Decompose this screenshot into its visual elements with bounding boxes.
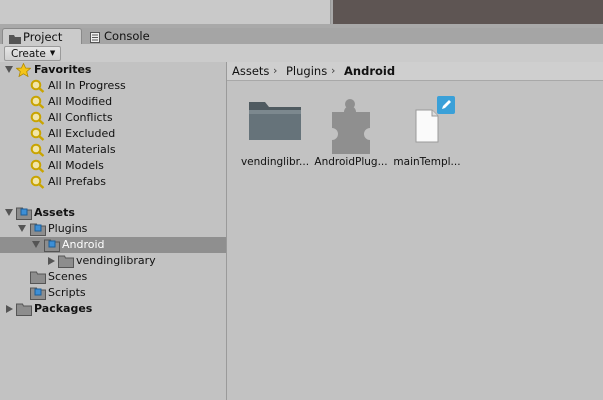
tree-item-all-materials[interactable]: All Materials — [0, 142, 226, 158]
favorite-label: All In Progress — [48, 79, 126, 92]
breadcrumb-assets[interactable]: Assets — [232, 64, 269, 78]
expand-arrow-icon[interactable] — [5, 66, 13, 73]
expand-arrow-icon[interactable] — [18, 225, 26, 232]
favorite-label: All Materials — [48, 143, 116, 156]
breadcrumb-android[interactable]: Android — [344, 64, 395, 78]
scripts-label: Scripts — [48, 286, 86, 299]
plugins-label: Plugins — [48, 222, 88, 235]
favorite-label: All Excluded — [48, 127, 116, 140]
chevron-right-icon: › — [273, 64, 278, 77]
project-toolbar: Create ▼ — [0, 44, 603, 63]
create-button-label: Create — [11, 48, 46, 60]
asset-name: vendinglibr... — [240, 156, 310, 168]
tree-item-scenes[interactable]: Scenes — [0, 269, 226, 285]
top-panel-strip — [0, 0, 603, 28]
tree-item-all-models[interactable]: All Models — [0, 158, 226, 174]
tree-item-plugins[interactable]: Plugins — [0, 221, 226, 237]
tree-item-all-excluded[interactable]: All Excluded — [0, 126, 226, 142]
tree-item-all-in-progress[interactable]: All In Progress — [0, 78, 226, 94]
tab-console[interactable]: Console — [84, 28, 170, 44]
puzzle-piece-icon — [328, 96, 374, 159]
tab-bar: Project Console — [0, 28, 603, 45]
tab-project[interactable]: Project — [2, 28, 82, 45]
collapse-arrow-icon[interactable] — [6, 305, 13, 313]
asset-browser: Assets › Plugins › Android vendinglibr..… — [227, 62, 603, 400]
tree-item-all-modified[interactable]: All Modified — [0, 94, 226, 110]
folder-icon — [246, 96, 304, 149]
breadcrumb-plugins[interactable]: Plugins — [286, 64, 327, 78]
tree-item-android[interactable]: Android — [0, 237, 226, 253]
tree-item-favorites[interactable]: Favorites — [0, 62, 226, 78]
packages-label: Packages — [34, 302, 93, 315]
android-label: Android — [62, 238, 105, 251]
vendinglibrary-label: vendinglibrary — [76, 254, 156, 267]
folder-icon — [16, 302, 32, 319]
project-tree: Favorites All In Progress All Modified A… — [0, 62, 227, 400]
tree-item-vendinglibrary[interactable]: vendinglibrary — [0, 253, 226, 269]
asset-name: mainTempl... — [393, 156, 461, 168]
asset-item-file[interactable]: mainTempl... — [386, 92, 468, 172]
tab-project-label: Project — [23, 30, 63, 44]
tree-item-all-conflicts[interactable]: All Conflicts — [0, 110, 226, 126]
asset-name: AndroidPlug... — [314, 156, 388, 168]
favorite-label: All Models — [48, 159, 104, 172]
scene-view — [333, 0, 603, 24]
tree-item-packages[interactable]: Packages — [0, 301, 226, 317]
assets-label: Assets — [34, 206, 75, 219]
text-file-icon — [397, 96, 457, 149]
asset-item-plugin[interactable]: AndroidPlug... — [310, 92, 392, 172]
dropdown-arrow-icon: ▼ — [49, 49, 56, 57]
scenes-label: Scenes — [48, 270, 88, 283]
favorite-label: All Modified — [48, 95, 113, 108]
expand-arrow-icon[interactable] — [32, 241, 40, 248]
expand-arrow-icon[interactable] — [5, 209, 13, 216]
favorites-label: Favorites — [34, 63, 92, 76]
tree-item-scripts[interactable]: Scripts — [0, 285, 226, 301]
tree-item-all-prefabs[interactable]: All Prefabs — [0, 174, 226, 190]
search-icon — [30, 175, 45, 192]
asset-item-folder[interactable]: vendinglibr... — [234, 92, 316, 172]
tab-console-label: Console — [104, 29, 150, 43]
upper-left-pane — [0, 0, 331, 24]
tree-item-assets[interactable]: Assets — [0, 205, 226, 221]
favorite-label: All Conflicts — [48, 111, 113, 124]
breadcrumb: Assets › Plugins › Android — [227, 62, 603, 81]
collapse-arrow-icon[interactable] — [48, 257, 55, 265]
chevron-right-icon: › — [331, 64, 336, 77]
create-button[interactable]: Create ▼ — [4, 46, 62, 61]
favorite-label: All Prefabs — [48, 175, 106, 188]
